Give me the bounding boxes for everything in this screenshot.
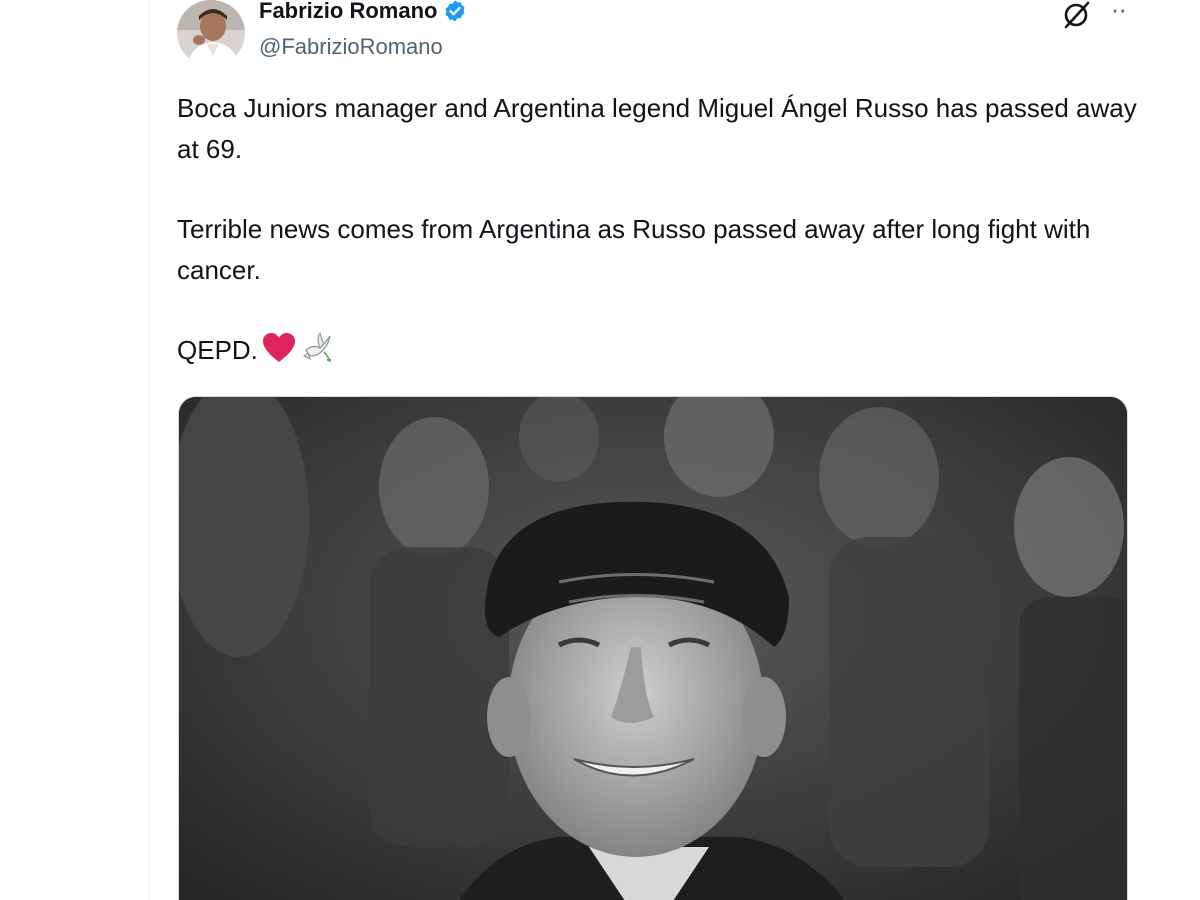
grok-icon[interactable] xyxy=(1061,0,1091,30)
dove-icon xyxy=(302,332,332,363)
tweet-paragraph-text: QEPD. xyxy=(177,335,258,365)
tweet-paragraph: Terrible news comes from Argentina as Ru… xyxy=(177,214,1091,285)
column-divider xyxy=(149,0,150,900)
author-avatar[interactable] xyxy=(177,0,245,66)
tweet-paragraph: Boca Juniors manager and Argentina legen… xyxy=(177,93,1137,164)
tweet-page: Fabrizio Romano @FabrizioRomano ·· Boca … xyxy=(0,0,1200,900)
portrait-photo xyxy=(179,397,1127,900)
author-handle[interactable]: @FabrizioRomano xyxy=(259,34,443,60)
tweet-photo[interactable] xyxy=(178,396,1128,900)
red-heart-icon xyxy=(262,333,295,362)
tweet-top-actions: ·· xyxy=(1061,0,1127,30)
verified-badge-icon xyxy=(445,0,465,22)
tweet-paragraph-last: QEPD. xyxy=(177,330,1137,371)
author-name-text: Fabrizio Romano xyxy=(259,0,438,23)
tweet-body: Boca Juniors manager and Argentina legen… xyxy=(177,88,1137,371)
avatar-photo xyxy=(177,0,245,66)
more-options-icon[interactable]: ·· xyxy=(1111,0,1127,22)
author-name[interactable]: Fabrizio Romano xyxy=(259,0,467,24)
